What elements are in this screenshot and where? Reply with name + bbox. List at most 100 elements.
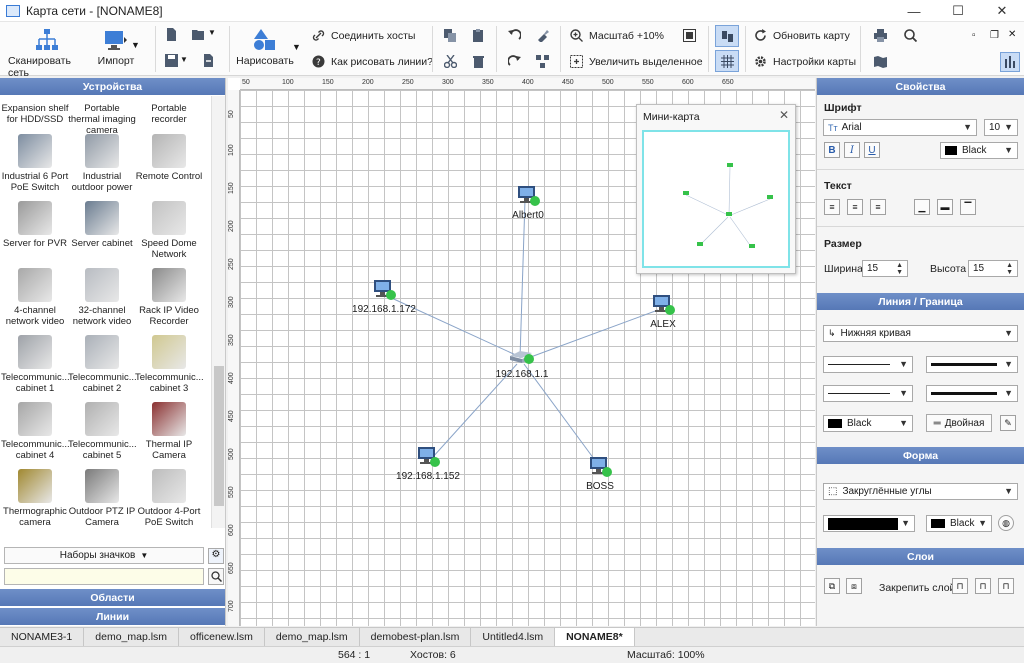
line-width-select-2[interactable]: ▼ bbox=[926, 385, 1018, 402]
zoom-selection-button[interactable]: Увеличить выделенное bbox=[570, 55, 703, 68]
document-tab[interactable]: demo_map.lsm bbox=[264, 628, 360, 646]
save-icon[interactable] bbox=[165, 54, 178, 67]
device-item[interactable]: Expansion shelf for HDD/SSD bbox=[1, 100, 69, 125]
map-icon[interactable] bbox=[874, 55, 887, 68]
device-item[interactable]: Portable thermal imaging camera bbox=[68, 100, 136, 136]
device-item[interactable]: Industrial outdoor power bbox=[68, 134, 136, 193]
device-item[interactable]: Telecommunic... cabinet 2 bbox=[68, 335, 137, 394]
delete-icon[interactable] bbox=[472, 55, 485, 68]
draw-button[interactable]: Нарисовать bbox=[236, 28, 294, 67]
info-button[interactable] bbox=[1000, 52, 1020, 72]
search-icon[interactable] bbox=[904, 29, 918, 43]
open-folder-icon[interactable] bbox=[192, 28, 205, 41]
line-edit-button[interactable]: ✎ bbox=[1000, 415, 1016, 431]
fill-color-select[interactable]: ▼ bbox=[823, 515, 915, 532]
shape-type-select[interactable]: ⬚ Закруглённые углы ▼ bbox=[823, 483, 1018, 500]
bring-front-button[interactable]: ⧉ bbox=[824, 578, 840, 594]
ribbon-restore-icon[interactable]: ❐ bbox=[990, 30, 999, 41]
font-name-select[interactable]: Tт Arial ▼ bbox=[823, 119, 977, 136]
line-color-select[interactable]: Black ▼ bbox=[823, 415, 913, 432]
search-button-icon[interactable] bbox=[208, 568, 224, 585]
align-left-button[interactable]: ≡ bbox=[824, 199, 840, 215]
draw-dropdown-icon[interactable]: ▼ bbox=[292, 42, 301, 52]
fit-page-icon[interactable] bbox=[683, 29, 696, 42]
device-item[interactable]: Telecommunic... cabinet 5 bbox=[68, 402, 137, 461]
device-item[interactable]: Thermal IP Camera bbox=[135, 402, 203, 461]
ribbon-close-icon[interactable]: ✕ bbox=[1008, 29, 1016, 40]
shape-section-title[interactable]: Форма bbox=[817, 447, 1024, 464]
redo-icon[interactable] bbox=[507, 55, 521, 68]
document-tab[interactable]: officenew.lsm bbox=[179, 628, 265, 646]
document-tab[interactable]: demo_map.lsm bbox=[84, 628, 180, 646]
device-item[interactable]: Telecommunic... cabinet 3 bbox=[135, 335, 204, 394]
spinner-arrows-icon[interactable]: ▲ ▼ bbox=[896, 262, 903, 276]
map-settings-button[interactable]: Настройки карты bbox=[754, 55, 856, 68]
undo-icon[interactable] bbox=[508, 29, 522, 42]
device-item[interactable]: 32-channel network video bbox=[68, 268, 136, 327]
height-spinner[interactable]: 15 ▲ ▼ bbox=[968, 260, 1018, 277]
line-style-select-2[interactable]: ▼ bbox=[823, 385, 913, 402]
host-node-albert[interactable]: Albert0 bbox=[508, 185, 548, 221]
document-tab[interactable]: NONAME3-1 bbox=[0, 628, 85, 646]
font-color-select[interactable]: Black ▼ bbox=[940, 142, 1018, 159]
line-border-section-title[interactable]: Линия / Граница bbox=[817, 293, 1024, 310]
new-file-icon[interactable] bbox=[165, 28, 178, 41]
device-item[interactable]: Portable recorder bbox=[135, 100, 203, 125]
device-item[interactable]: Industrial 6 Port PoE Switch bbox=[1, 134, 69, 193]
snap-toggle-button[interactable] bbox=[715, 25, 739, 47]
scan-network-button[interactable]: Сканировать сеть bbox=[8, 28, 86, 79]
areas-section-title[interactable]: Области bbox=[0, 589, 225, 606]
send-back-button[interactable]: ⧈ bbox=[846, 578, 862, 594]
host-node-172[interactable]: 192.168.1.172 bbox=[349, 279, 419, 315]
maximize-button[interactable]: ☐ bbox=[936, 0, 980, 22]
refresh-map-button[interactable]: Обновить карту bbox=[754, 29, 850, 42]
import-dropdown-icon[interactable]: ▼ bbox=[131, 40, 140, 50]
device-item[interactable]: 4-channel network video bbox=[1, 268, 69, 327]
line-width-select-1[interactable]: ▼ bbox=[926, 356, 1018, 373]
font-size-select[interactable]: 10 ▼ bbox=[984, 119, 1018, 136]
pin-layer-button-3[interactable]: ⊓ bbox=[998, 578, 1014, 594]
italic-button[interactable]: I bbox=[844, 142, 860, 158]
valign-bottom-button[interactable]: ▁ bbox=[914, 199, 930, 215]
zoom-in-button[interactable]: Масштаб +10% bbox=[570, 29, 664, 42]
host-node-boss[interactable]: BOSS bbox=[580, 456, 620, 492]
router-node-hub[interactable]: 192.168.1.1 bbox=[490, 348, 554, 380]
close-button[interactable]: ✕ bbox=[980, 0, 1024, 22]
mini-map-viewport[interactable] bbox=[642, 130, 790, 268]
align-right-button[interactable]: ≡ bbox=[870, 199, 886, 215]
valign-middle-button[interactable]: ▬ bbox=[937, 199, 953, 215]
how-to-draw-lines-button[interactable]: ? Как рисовать линии? bbox=[312, 55, 433, 68]
line-style-select-1[interactable]: ▼ bbox=[823, 356, 913, 373]
device-item[interactable]: Server cabinet bbox=[68, 201, 136, 249]
open-dropdown-icon[interactable]: ▼ bbox=[208, 28, 216, 37]
device-item[interactable]: Outdoor PTZ IP Camera bbox=[68, 469, 136, 528]
copy-icon[interactable] bbox=[444, 29, 457, 42]
host-node-alex[interactable]: ALEX bbox=[643, 294, 683, 330]
minimize-button[interactable]: — bbox=[892, 0, 936, 22]
shape-border-color-select[interactable]: Black ▼ bbox=[926, 515, 992, 532]
scroll-thumb[interactable] bbox=[214, 366, 224, 506]
double-line-button[interactable]: ═ Двойная bbox=[926, 414, 992, 432]
mini-map-window[interactable]: Мини-карта ✕ bbox=[636, 104, 796, 274]
paste-icon[interactable] bbox=[472, 29, 485, 42]
connect-hosts-button[interactable]: Соединить хосты bbox=[312, 29, 415, 42]
lines-section-title[interactable]: Линии bbox=[0, 608, 225, 625]
pin-layer-button-1[interactable]: ⊓ bbox=[952, 578, 968, 594]
device-item[interactable]: Speed Dome Network bbox=[135, 201, 203, 260]
save-dropdown-icon[interactable]: ▼ bbox=[180, 55, 188, 64]
width-spinner[interactable]: 15 ▲ ▼ bbox=[862, 260, 908, 277]
host-node-152[interactable]: 192.168.1.152 bbox=[393, 446, 463, 482]
bold-button[interactable]: B bbox=[824, 142, 840, 158]
ribbon-minimize-icon[interactable]: ▫ bbox=[972, 30, 976, 41]
line-type-select[interactable]: ↳ Нижняя кривая ▼ bbox=[823, 325, 1018, 342]
device-item[interactable]: Telecommunic... cabinet 1 bbox=[1, 335, 70, 394]
device-item[interactable]: Outdoor 4-Port PoE Switch bbox=[135, 469, 203, 528]
print-icon[interactable] bbox=[874, 29, 887, 42]
export-icon[interactable] bbox=[202, 54, 215, 67]
device-item[interactable]: Telecommunic... cabinet 4 bbox=[1, 402, 70, 461]
device-item[interactable]: Remote Control bbox=[135, 134, 203, 182]
align-center-button[interactable]: ≡ bbox=[847, 199, 863, 215]
underline-button[interactable]: U bbox=[864, 142, 880, 158]
device-item[interactable]: Thermographic camera bbox=[1, 469, 69, 528]
mini-map-close-icon[interactable]: ✕ bbox=[779, 108, 789, 122]
